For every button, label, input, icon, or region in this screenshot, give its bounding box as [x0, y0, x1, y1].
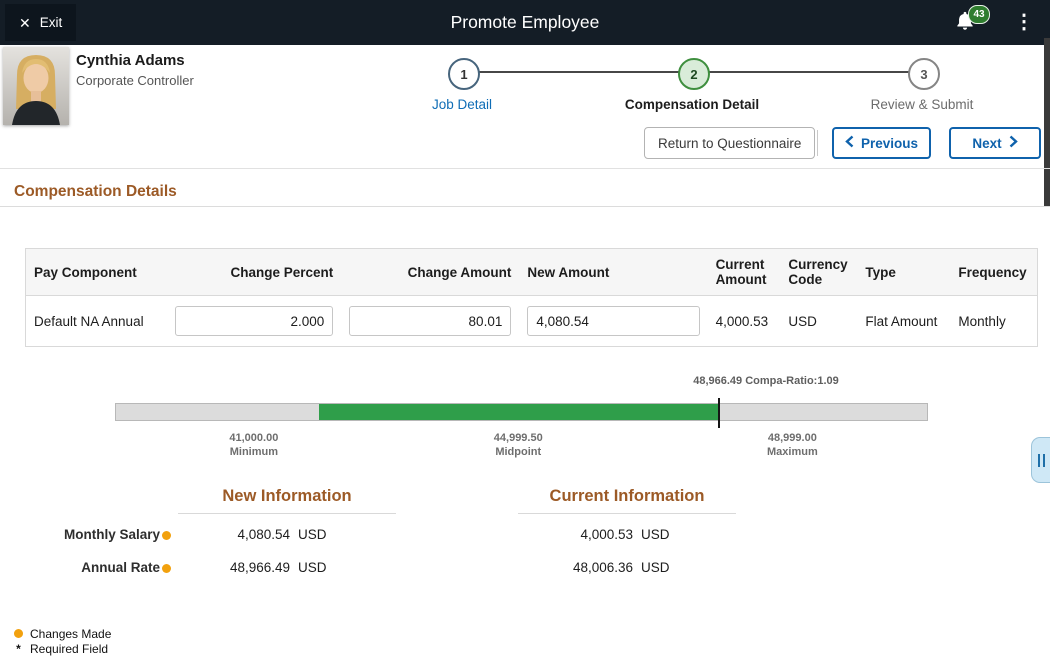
monthly-salary-label: Monthly Salary — [0, 527, 160, 542]
grip-icon — [1038, 454, 1040, 467]
step-1-number: 1 — [460, 67, 467, 82]
range-minimum-label: 41,000.00 Minimum — [229, 431, 278, 459]
step-2-number: 2 — [690, 67, 697, 82]
col-change-amount: Change Amount — [341, 249, 519, 296]
notifications-button[interactable]: 43 — [954, 10, 978, 34]
annual-rate-current-value: 48,006.36 — [519, 560, 633, 575]
change-percent-input[interactable] — [175, 306, 333, 336]
salary-range-bar: 41,000.00 Minimum 44,999.50 Midpoint 48,… — [115, 403, 928, 421]
monthly-salary-new-currency: USD — [298, 527, 327, 542]
step-3-number: 3 — [920, 67, 927, 82]
range-maximum-label: 48,999.00 Maximum — [767, 431, 818, 459]
annual-rate-current-currency: USD — [641, 560, 670, 575]
promote-employee-page: Promote Employee ✕ Exit 43 ⋮ Cynthia Ada… — [0, 0, 1050, 660]
current-salary-tick — [718, 398, 720, 428]
step-connector-1 — [477, 71, 679, 73]
annual-rate-new-value: 48,966.49 — [176, 560, 290, 575]
midpoint-value: 44,999.50 — [494, 432, 543, 444]
toolbar-divider — [817, 130, 818, 156]
maximum-value: 48,999.00 — [768, 432, 817, 444]
salary-range-fill — [319, 404, 718, 420]
info-row-annual-rate: Annual Rate 48,966.49 USD 48,006.36 USD — [0, 560, 1050, 580]
section-divider — [0, 206, 1050, 207]
col-change-percent: Change Percent — [167, 249, 341, 296]
table-row: Default NA Annual 4,000.53 USD Flat Amou… — [26, 296, 1038, 347]
table-header-row: Pay Component Change Percent Change Amou… — [26, 249, 1038, 296]
step-connector-2 — [707, 71, 909, 73]
employee-name: Cynthia Adams — [76, 52, 185, 69]
previous-label: Previous — [861, 136, 918, 151]
employee-job-title: Corporate Controller — [76, 73, 194, 88]
section-title: Compensation Details — [14, 183, 177, 201]
range-midpoint-label: 44,999.50 Midpoint — [494, 431, 543, 459]
annual-rate-label: Annual Rate — [0, 560, 160, 575]
notification-count-badge: 43 — [968, 5, 990, 24]
annual-rate-new-currency: USD — [298, 560, 327, 575]
required-field-asterisk: * — [14, 642, 23, 656]
footnote-legend: Changes Made * Required Field — [14, 626, 111, 656]
col-current-amount: Current Amount — [708, 249, 781, 296]
monthly-salary-current-value: 4,000.53 — [519, 527, 633, 542]
col-type: Type — [857, 249, 950, 296]
exit-button[interactable]: ✕ Exit — [5, 4, 76, 41]
step-2-circle[interactable]: 2 — [678, 58, 710, 90]
monthly-salary-current-currency: USD — [641, 527, 670, 542]
employee-photo — [3, 47, 69, 125]
col-new-amount: New Amount — [519, 249, 707, 296]
exit-label: Exit — [40, 15, 63, 30]
new-information-heading: New Information — [178, 487, 396, 514]
new-amount-input[interactable] — [527, 306, 699, 336]
midpoint-caption: Midpoint — [495, 446, 541, 458]
required-field-label: Required Field — [30, 642, 108, 656]
required-field-legend: * Required Field — [14, 641, 111, 656]
scrollbar-thumb[interactable] — [1044, 38, 1050, 206]
frequency-cell: Monthly — [950, 296, 1037, 347]
info-row-monthly-salary: Monthly Salary 4,080.54 USD 4,000.53 USD — [0, 527, 1050, 547]
minimum-value: 41,000.00 — [229, 432, 278, 444]
next-label: Next — [972, 136, 1001, 151]
change-amount-input[interactable] — [349, 306, 511, 336]
compensation-table: Pay Component Change Percent Change Amou… — [25, 248, 1038, 347]
current-amount-cell: 4,000.53 — [708, 296, 781, 347]
changes-made-label: Changes Made — [30, 627, 111, 641]
compa-ratio-annotation: 48,966.49 Compa-Ratio:1.09 — [640, 375, 892, 387]
next-button[interactable]: Next — [949, 127, 1041, 159]
maximum-caption: Maximum — [767, 446, 818, 458]
step-3-circle[interactable]: 3 — [908, 58, 940, 90]
current-information-heading: Current Information — [518, 487, 736, 514]
top-header-bar: Promote Employee ✕ Exit 43 ⋮ — [0, 0, 1050, 45]
pay-component-cell: Default NA Annual — [26, 296, 168, 347]
chevron-left-icon — [845, 135, 854, 151]
change-indicator-icon — [162, 564, 171, 573]
close-icon: ✕ — [19, 16, 31, 30]
page-title: Promote Employee — [0, 0, 1050, 45]
step-2-label: Compensation Detail — [582, 97, 802, 112]
banner-divider — [0, 168, 1050, 169]
col-pay-component: Pay Component — [26, 249, 168, 296]
type-cell: Flat Amount — [857, 296, 950, 347]
currency-code-cell: USD — [780, 296, 857, 347]
chevron-right-icon — [1009, 135, 1018, 151]
return-to-questionnaire-label: Return to Questionnaire — [658, 136, 801, 151]
monthly-salary-new-value: 4,080.54 — [176, 527, 290, 542]
change-indicator-icon — [162, 531, 171, 540]
col-currency-code: Currency Code — [780, 249, 857, 296]
step-1-circle[interactable]: 1 — [448, 58, 480, 90]
changes-made-dot-icon — [14, 629, 23, 638]
more-menu-button[interactable]: ⋮ — [1014, 8, 1034, 36]
minimum-caption: Minimum — [230, 446, 278, 458]
step-3-label: Review & Submit — [812, 97, 1032, 112]
return-to-questionnaire-button[interactable]: Return to Questionnaire — [644, 127, 815, 159]
col-frequency: Frequency — [950, 249, 1037, 296]
changes-made-legend: Changes Made — [14, 626, 111, 641]
side-panel-handle[interactable] — [1031, 437, 1050, 483]
previous-button[interactable]: Previous — [832, 127, 931, 159]
step-1-label[interactable]: Job Detail — [352, 97, 572, 112]
